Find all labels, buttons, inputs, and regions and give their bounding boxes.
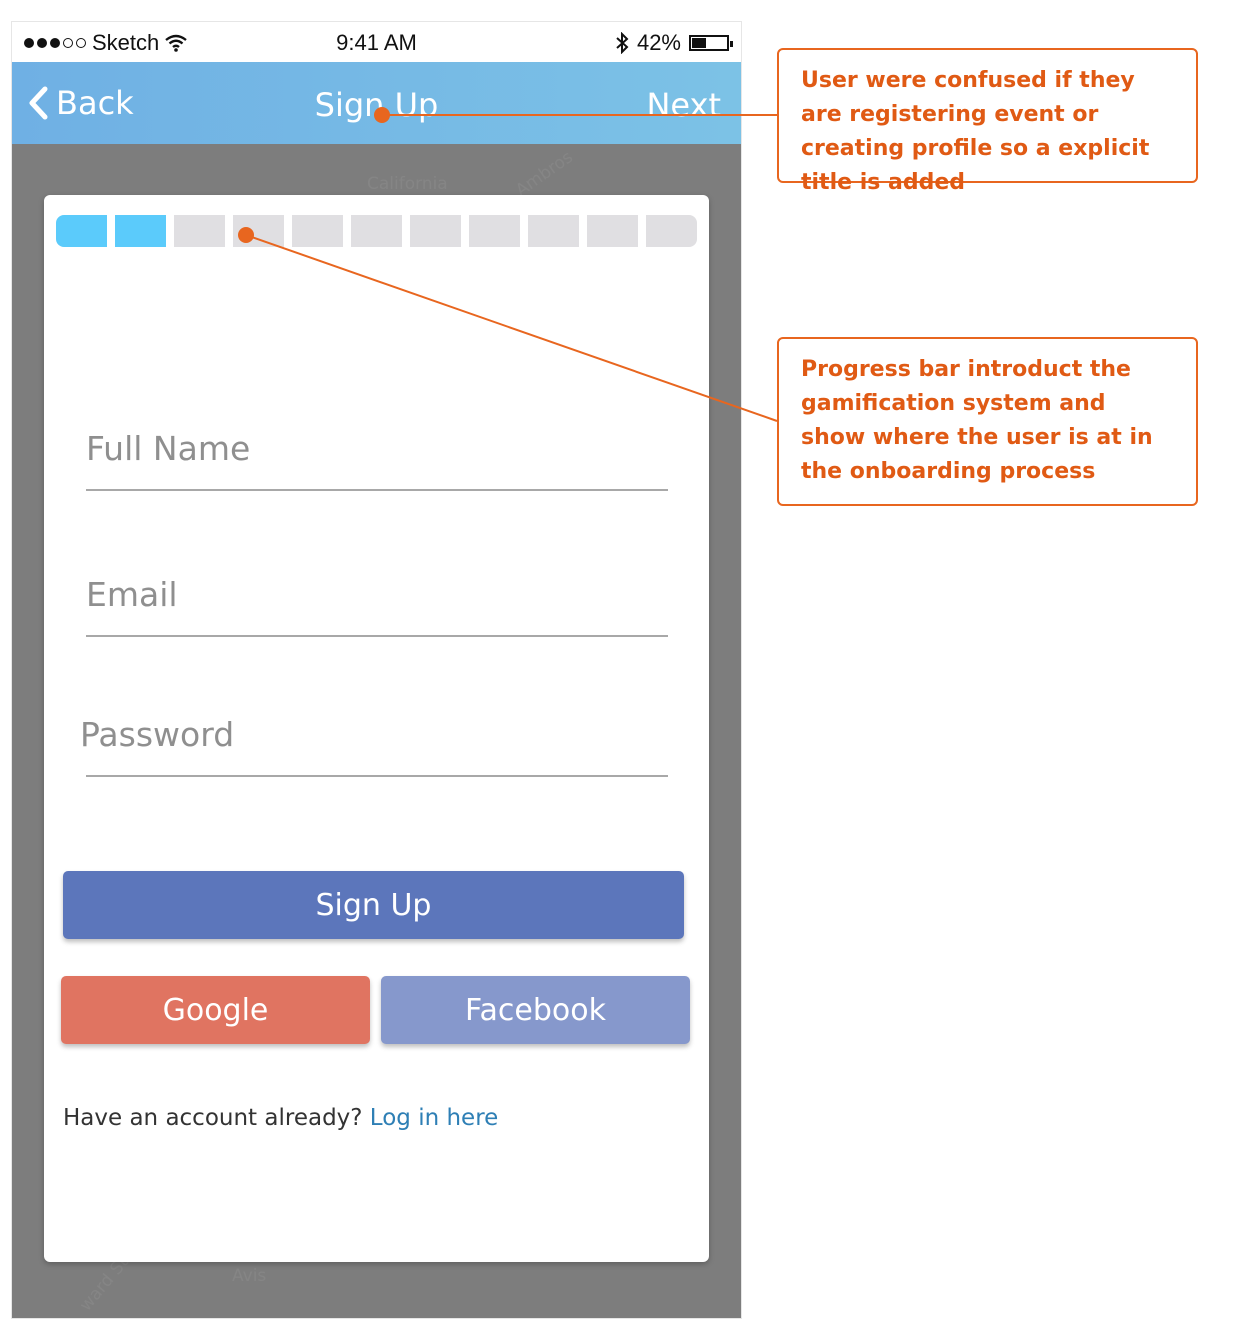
progress-step-pending — [587, 215, 638, 247]
sign-up-button[interactable]: Sign Up — [63, 871, 684, 939]
signup-card: Sign Up Google Facebook Have an account … — [44, 195, 709, 1262]
bluetooth-icon — [616, 32, 629, 54]
progress-step-pending — [646, 215, 697, 247]
map-label: Avis — [232, 1266, 267, 1286]
full-name-input[interactable] — [86, 429, 668, 468]
phone-screen: California Ambros Avis ward St Sketch 9:… — [12, 22, 741, 1318]
onboarding-progress-bar — [56, 215, 697, 247]
progress-step-pending — [351, 215, 402, 247]
annotation-title-note: User were confused if they are registeri… — [777, 48, 1198, 195]
facebook-login-button[interactable]: Facebook — [381, 976, 690, 1044]
progress-step-pending — [174, 215, 225, 247]
battery-percent: 42% — [636, 30, 681, 55]
progress-step-pending — [410, 215, 461, 247]
password-input[interactable] — [80, 715, 662, 754]
password-field[interactable] — [80, 715, 668, 777]
progress-step-pending — [528, 215, 579, 247]
map-label: Ambros — [512, 147, 577, 201]
login-link[interactable]: Log in here — [370, 1105, 499, 1131]
progress-step-complete — [56, 215, 107, 247]
map-label: ward St — [75, 1252, 133, 1316]
login-prompt-row: Have an account already? Log in here — [63, 1105, 498, 1131]
navigation-bar: Back Sign Up Next — [12, 62, 741, 144]
progress-step-pending — [233, 215, 284, 247]
email-field[interactable] — [86, 575, 668, 637]
progress-step-pending — [292, 215, 343, 247]
progress-step-pending — [469, 215, 520, 247]
status-right: 42% — [615, 30, 733, 56]
progress-step-complete — [115, 215, 166, 247]
full-name-field[interactable] — [86, 429, 668, 491]
map-label: California — [367, 174, 448, 194]
annotation-progress-note: Progress bar introduct the gamification … — [777, 337, 1198, 506]
battery-icon — [689, 35, 733, 51]
page-title: Sign Up — [314, 86, 439, 124]
status-bar: Sketch 9:41 AM 42% — [12, 22, 741, 62]
next-button[interactable]: Next — [646, 86, 721, 124]
google-login-button[interactable]: Google — [61, 976, 370, 1044]
login-prompt-text: Have an account already? — [63, 1105, 363, 1131]
email-input[interactable] — [86, 575, 668, 614]
